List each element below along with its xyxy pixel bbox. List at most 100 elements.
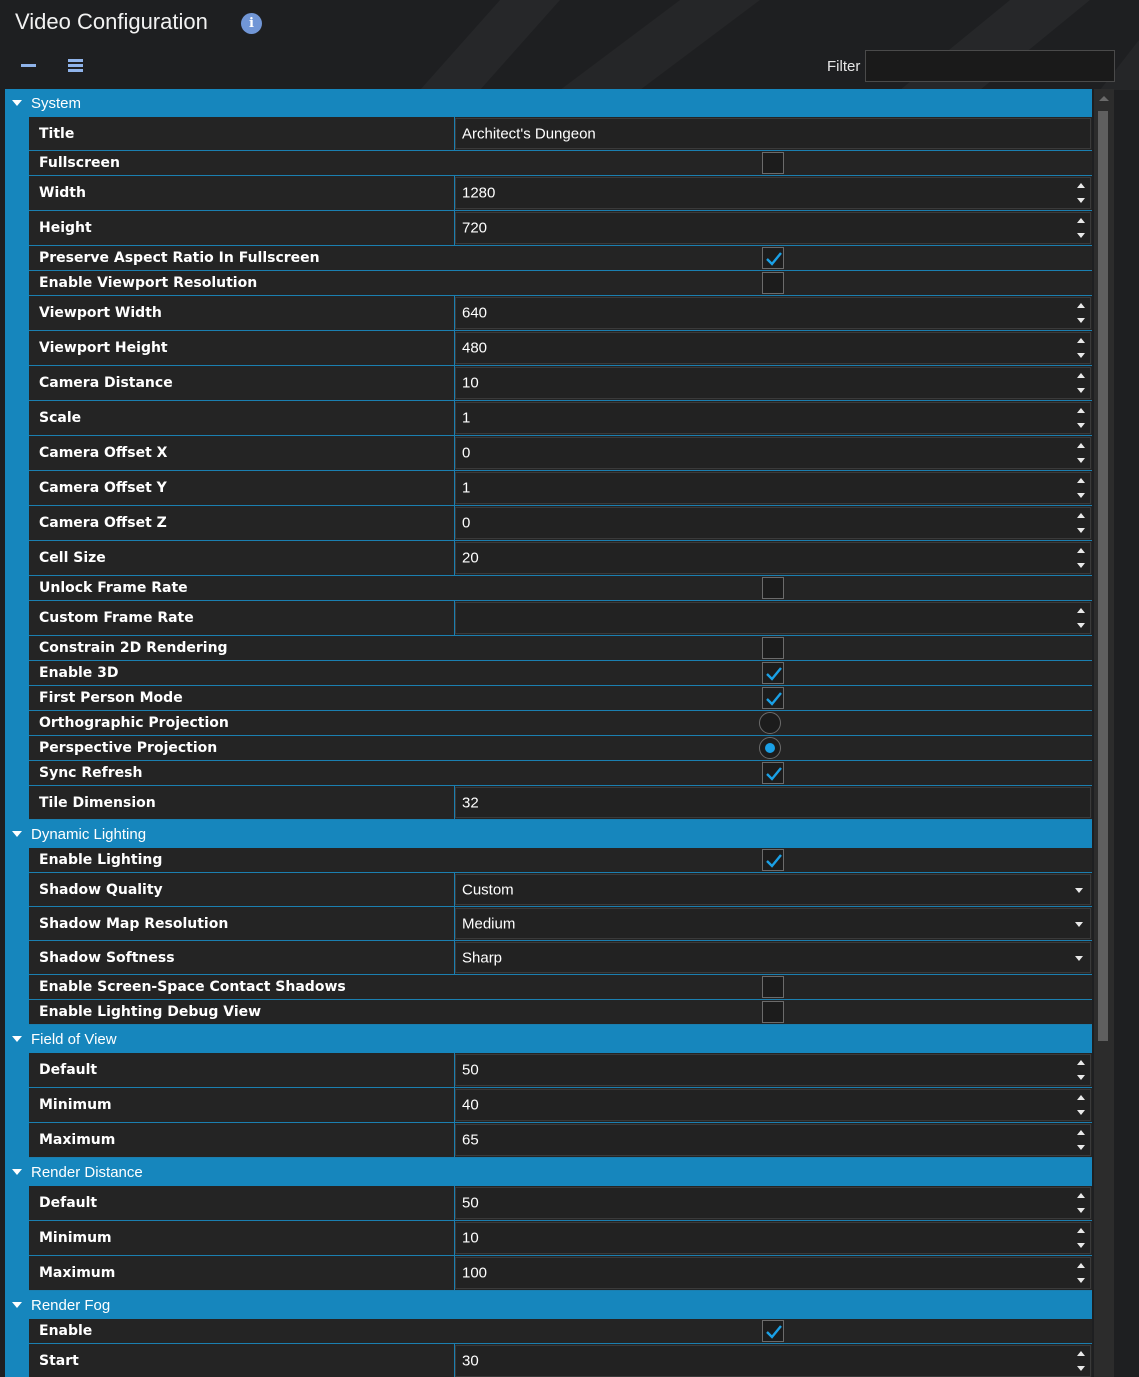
spin-down-icon[interactable] (1077, 423, 1085, 428)
spin-up-icon[interactable] (1077, 1193, 1085, 1198)
spin-up-icon[interactable] (1077, 548, 1085, 553)
spin-down-icon[interactable] (1077, 493, 1085, 498)
spin-up-icon[interactable] (1077, 443, 1085, 448)
chevron-down-icon[interactable] (1075, 887, 1083, 893)
camera-offset-y-number-input[interactable]: 1 (455, 472, 1091, 504)
spin-up-icon[interactable] (1077, 373, 1085, 378)
rd-minimum-number-input[interactable]: 10 (455, 1222, 1091, 1254)
spin-up-icon[interactable] (1077, 338, 1085, 343)
width-number-input[interactable]: 1280 (455, 177, 1091, 209)
camera-distance-number-input[interactable]: 10 (455, 367, 1091, 399)
cell-size-number-input[interactable]: 20 (455, 542, 1091, 574)
category-body-render-distance: Default 50 Minimum 10 Maximum 100 (5, 1186, 1092, 1291)
spin-up-icon[interactable] (1077, 1095, 1085, 1100)
category-header-field-of-view[interactable]: Field of View (5, 1025, 1092, 1053)
expand-arrow-icon[interactable] (12, 100, 22, 106)
preserve-aspect-checkbox[interactable] (762, 247, 784, 269)
filter-input[interactable] (865, 50, 1115, 82)
shadow-softness-dropdown[interactable]: Sharp (455, 942, 1091, 973)
spin-up-icon[interactable] (1077, 513, 1085, 518)
spin-down-icon[interactable] (1077, 1110, 1085, 1115)
spin-down-icon[interactable] (1077, 623, 1085, 628)
spin-up-icon[interactable] (1077, 1228, 1085, 1233)
spin-down-icon[interactable] (1077, 1145, 1085, 1150)
shadow-quality-dropdown[interactable]: Custom (455, 874, 1091, 905)
unlock-frame-rate-checkbox[interactable] (762, 577, 784, 599)
chevron-down-icon[interactable] (1075, 955, 1083, 961)
spin-down-icon[interactable] (1077, 528, 1085, 533)
constrain-2d-checkbox[interactable] (762, 637, 784, 659)
fov-default-number-input[interactable]: 50 (455, 1054, 1091, 1086)
viewport-width-number-input[interactable]: 640 (455, 297, 1091, 329)
spin-down-icon[interactable] (1077, 1243, 1085, 1248)
camera-offset-z-number-input[interactable]: 0 (455, 507, 1091, 539)
expand-arrow-icon[interactable] (12, 1036, 22, 1042)
screen-space-contact-shadows-checkbox[interactable] (762, 976, 784, 998)
spin-up-icon[interactable] (1077, 183, 1085, 188)
first-person-checkbox[interactable] (762, 687, 784, 709)
category-header-dynamic-lighting[interactable]: Dynamic Lighting (5, 820, 1092, 848)
sync-refresh-checkbox[interactable] (762, 762, 784, 784)
category-header-render-distance[interactable]: Render Distance (5, 1158, 1092, 1186)
spin-up-icon[interactable] (1077, 1263, 1085, 1268)
spin-down-icon[interactable] (1077, 198, 1085, 203)
spin-down-icon[interactable] (1077, 1278, 1085, 1283)
camera-offset-x-number-input[interactable]: 0 (455, 437, 1091, 469)
spin-down-icon[interactable] (1077, 458, 1085, 463)
fov-maximum-number-input[interactable]: 65 (455, 1124, 1091, 1156)
fullscreen-checkbox[interactable] (762, 152, 784, 174)
spin-up-icon[interactable] (1077, 303, 1085, 308)
expand-arrow-icon[interactable] (12, 1169, 22, 1175)
spin-up-icon[interactable] (1077, 218, 1085, 223)
spin-up-icon[interactable] (1077, 408, 1085, 413)
category-label: System (31, 95, 82, 112)
property-label: Viewport Height (39, 340, 168, 356)
property-row-camera-offset-y: Camera Offset Y 1 (29, 471, 1092, 506)
spin-down-icon[interactable] (1077, 1208, 1085, 1213)
scrollbar-thumb[interactable] (1098, 111, 1108, 1041)
spin-down-icon[interactable] (1077, 388, 1085, 393)
title-text-input[interactable]: Architect's Dungeon (455, 118, 1091, 149)
scale-number-input[interactable]: 1 (455, 402, 1091, 434)
enable-lighting-checkbox[interactable] (762, 849, 784, 871)
tile-dimension-text-input[interactable]: 32 (455, 787, 1091, 818)
expand-all-icon[interactable] (66, 56, 84, 74)
spin-up-icon[interactable] (1077, 478, 1085, 483)
fog-start-number-input[interactable]: 30 (455, 1345, 1091, 1377)
shadow-map-resolution-dropdown[interactable]: Medium (455, 908, 1091, 939)
spin-up-icon[interactable] (1077, 1060, 1085, 1065)
expand-arrow-icon[interactable] (12, 1302, 22, 1308)
field-value: 1 (462, 409, 471, 427)
rd-default-number-input[interactable]: 50 (455, 1187, 1091, 1219)
spin-down-icon[interactable] (1077, 563, 1085, 568)
custom-frame-rate-number-input[interactable] (455, 602, 1091, 634)
spin-up-icon[interactable] (1077, 1351, 1085, 1356)
viewport-height-number-input[interactable]: 480 (455, 332, 1091, 364)
fov-minimum-number-input[interactable]: 40 (455, 1089, 1091, 1121)
enable-viewport-resolution-checkbox[interactable] (762, 272, 784, 294)
property-row-scale: Scale 1 (29, 401, 1092, 436)
spin-down-icon[interactable] (1077, 1366, 1085, 1371)
lighting-debug-view-checkbox[interactable] (762, 1001, 784, 1023)
category-header-system[interactable]: System (5, 89, 1092, 117)
spin-down-icon[interactable] (1077, 233, 1085, 238)
spin-down-icon[interactable] (1077, 353, 1085, 358)
vertical-scrollbar[interactable] (1094, 89, 1114, 1377)
page-title: Video Configuration (15, 9, 208, 34)
spin-up-icon[interactable] (1077, 1130, 1085, 1135)
chevron-down-icon[interactable] (1075, 921, 1083, 927)
spin-down-icon[interactable] (1077, 1075, 1085, 1080)
enable-3d-checkbox[interactable] (762, 662, 784, 684)
category-header-render-fog[interactable]: Render Fog (5, 1291, 1092, 1319)
collapse-all-icon[interactable] (19, 56, 37, 74)
spin-up-icon[interactable] (1077, 608, 1085, 613)
info-icon[interactable]: i (241, 13, 262, 34)
spin-down-icon[interactable] (1077, 318, 1085, 323)
height-number-input[interactable]: 720 (455, 212, 1091, 244)
expand-arrow-icon[interactable] (12, 831, 22, 837)
fog-enable-checkbox[interactable] (762, 1320, 784, 1342)
orthographic-radio[interactable] (759, 712, 781, 734)
scroll-up-arrow-icon[interactable] (1099, 96, 1109, 101)
rd-maximum-number-input[interactable]: 100 (455, 1257, 1091, 1289)
perspective-radio[interactable] (759, 737, 781, 759)
